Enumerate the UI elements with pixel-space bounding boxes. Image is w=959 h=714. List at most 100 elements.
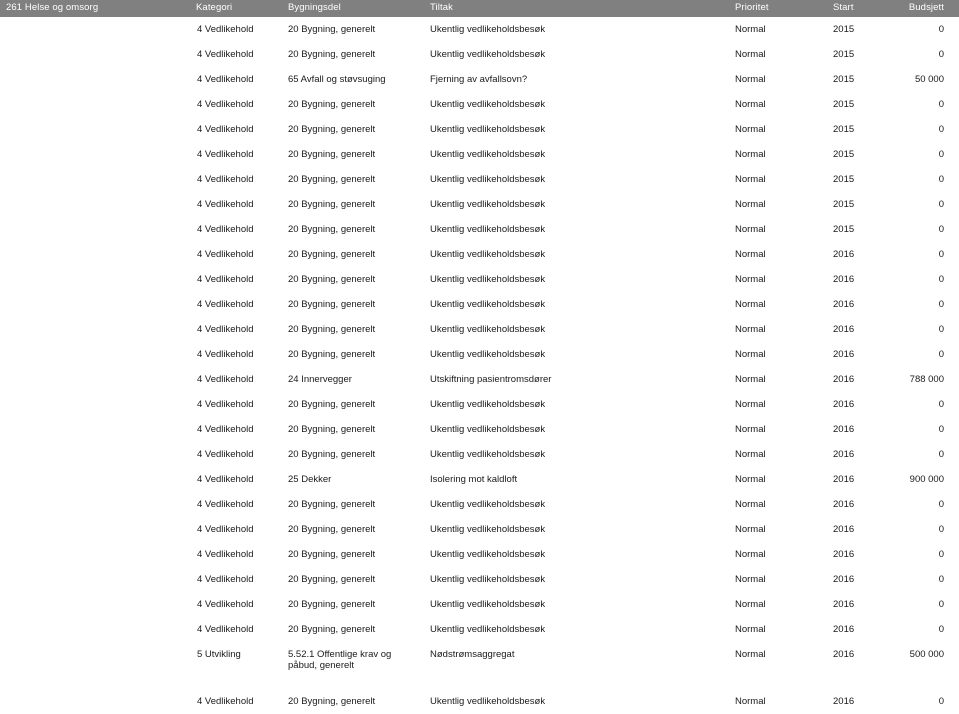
cell-bygningsdel: 20 Bygning, generelt: [288, 242, 430, 267]
row-group-spacer: [0, 42, 196, 67]
column-header-start[interactable]: Start: [833, 0, 903, 17]
table-row[interactable]: 4 Vedlikehold 20 Bygning, generelt Ukentli…: [0, 417, 959, 442]
table-row[interactable]: 4 Vedlikehold 20 Bygning, generelt Ukentli…: [0, 689, 959, 714]
table-row[interactable]: 5 Utvikling 5.52.1 Offentlige krav og påb…: [0, 642, 959, 679]
cell-start-text: 2015: [833, 199, 855, 210]
table-row[interactable]: 4 Vedlikehold 20 Bygning, generelt Ukentli…: [0, 117, 959, 142]
cell-budsjett: 0: [903, 267, 959, 292]
cell-prioritet-text: Normal: [735, 399, 766, 410]
cell-tiltak-text: Ukentlig vedlikeholdsbesøk: [430, 199, 546, 210]
cell-kategori: 4 Vedlikehold: [196, 442, 288, 467]
column-header-kategori[interactable]: Kategori: [196, 0, 288, 17]
cell-budsjett-text: 0: [938, 549, 944, 560]
cell-kategori-text: 4 Vedlikehold: [197, 349, 254, 360]
cell-start: 2015: [833, 67, 903, 92]
table-row[interactable]: 4 Vedlikehold 20 Bygning, generelt Ukentli…: [0, 442, 959, 467]
row-group-spacer: [0, 117, 196, 142]
table-row[interactable]: 4 Vedlikehold 20 Bygning, generelt Ukentli…: [0, 167, 959, 192]
cell-prioritet-text: Normal: [735, 449, 766, 460]
cell-kategori: 4 Vedlikehold: [196, 42, 288, 67]
cell-budsjett-text: 0: [938, 224, 944, 235]
cell-tiltak: Ukentlig vedlikeholdsbesøk: [430, 142, 735, 167]
table-row[interactable]: 4 Vedlikehold 20 Bygning, generelt Ukentli…: [0, 542, 959, 567]
table-row[interactable]: 4 Vedlikehold 24 Innervegger Utskiftning p…: [0, 367, 959, 392]
cell-prioritet-text: Normal: [735, 624, 766, 635]
cell-tiltak-text: Ukentlig vedlikeholdsbesøk: [430, 24, 546, 35]
table-row[interactable]: 4 Vedlikehold 20 Bygning, generelt Ukentli…: [0, 342, 959, 367]
table-row[interactable]: 4 Vedlikehold 20 Bygning, generelt Ukentli…: [0, 317, 959, 342]
cell-budsjett: 0: [903, 417, 959, 442]
row-gap-cell: [288, 679, 430, 689]
row-group-spacer: [0, 617, 196, 642]
cell-kategori-text: 4 Vedlikehold: [197, 399, 254, 410]
cell-bygningsdel-text: 20 Bygning, generelt: [288, 449, 376, 460]
cell-kategori-text: 4 Vedlikehold: [197, 124, 254, 135]
table-row[interactable]: 4 Vedlikehold 20 Bygning, generelt Ukentli…: [0, 517, 959, 542]
table-row[interactable]: 4 Vedlikehold 20 Bygning, generelt Ukentli…: [0, 567, 959, 592]
cell-prioritet: Normal: [735, 592, 833, 617]
column-header-prioritet[interactable]: Prioritet: [735, 0, 833, 17]
cell-tiltak-text: Nødstrømsaggregat: [430, 649, 515, 660]
cell-kategori-text: 4 Vedlikehold: [197, 696, 254, 707]
cell-start: 2016: [833, 642, 903, 679]
cell-budsjett: 0: [903, 342, 959, 367]
row-gap-cell: [196, 679, 288, 689]
row-group-spacer: [0, 642, 196, 679]
cell-start-text: 2016: [833, 374, 855, 385]
cell-budsjett-text: 0: [938, 599, 944, 610]
cell-tiltak-text: Ukentlig vedlikeholdsbesøk: [430, 424, 546, 435]
row-group-spacer: [0, 67, 196, 92]
table-row[interactable]: 4 Vedlikehold 20 Bygning, generelt Ukentli…: [0, 492, 959, 517]
column-header-bygningsdel[interactable]: Bygningsdel: [288, 0, 430, 17]
row-gap-cell: [735, 679, 833, 689]
cell-prioritet-text: Normal: [735, 599, 766, 610]
cell-tiltak-text: Ukentlig vedlikeholdsbesøk: [430, 124, 546, 135]
cell-kategori-text: 4 Vedlikehold: [197, 424, 254, 435]
cell-tiltak-text: Ukentlig vedlikeholdsbesøk: [430, 449, 546, 460]
cell-budsjett-text: 0: [938, 696, 944, 707]
cell-bygningsdel: 20 Bygning, generelt: [288, 117, 430, 142]
table-row[interactable]: 4 Vedlikehold 25 Dekker Isolering mot kald…: [0, 467, 959, 492]
cell-bygningsdel: 20 Bygning, generelt: [288, 617, 430, 642]
cell-kategori: 4 Vedlikehold: [196, 242, 288, 267]
table-row[interactable]: 4 Vedlikehold 20 Bygning, generelt Ukentli…: [0, 617, 959, 642]
cell-bygningsdel: 20 Bygning, generelt: [288, 17, 430, 42]
cell-prioritet: Normal: [735, 617, 833, 642]
cell-tiltak-text: Ukentlig vedlikeholdsbesøk: [430, 174, 546, 185]
cell-kategori-text: 4 Vedlikehold: [197, 149, 254, 160]
cell-prioritet-text: Normal: [735, 99, 766, 110]
cell-prioritet: Normal: [735, 42, 833, 67]
cell-start-text: 2016: [833, 449, 855, 460]
table-row[interactable]: 4 Vedlikehold 20 Bygning, generelt Ukentli…: [0, 142, 959, 167]
cell-start-text: 2016: [833, 624, 855, 635]
cell-bygningsdel-text: 20 Bygning, generelt: [288, 324, 376, 335]
table-row[interactable]: 4 Vedlikehold 20 Bygning, generelt Ukentli…: [0, 92, 959, 117]
table-row[interactable]: 4 Vedlikehold 20 Bygning, generelt Ukentli…: [0, 392, 959, 417]
table-row[interactable]: 4 Vedlikehold 20 Bygning, generelt Ukentli…: [0, 42, 959, 67]
table-row[interactable]: 4 Vedlikehold 20 Bygning, generelt Ukentli…: [0, 292, 959, 317]
cell-kategori: 4 Vedlikehold: [196, 417, 288, 442]
cell-kategori: 4 Vedlikehold: [196, 592, 288, 617]
table-row[interactable]: 4 Vedlikehold 20 Bygning, generelt Ukentli…: [0, 192, 959, 217]
table-row[interactable]: 4 Vedlikehold 20 Bygning, generelt Ukentli…: [0, 592, 959, 617]
cell-start: 2016: [833, 317, 903, 342]
cell-budsjett: 0: [903, 592, 959, 617]
cell-kategori-text: 4 Vedlikehold: [197, 599, 254, 610]
cell-start: 2015: [833, 17, 903, 42]
table-row[interactable]: 4 Vedlikehold 20 Bygning, generelt Ukentli…: [0, 17, 959, 42]
table-row[interactable]: 4 Vedlikehold 20 Bygning, generelt Ukentli…: [0, 217, 959, 242]
column-header-budsjett[interactable]: Budsjett: [903, 0, 959, 17]
cell-tiltak: Ukentlig vedlikeholdsbesøk: [430, 517, 735, 542]
column-header-tiltak[interactable]: Tiltak: [430, 0, 735, 17]
cell-start-text: 2015: [833, 99, 855, 110]
maintenance-plan-table: 261 Helse og omsorg Kategori Bygningsdel…: [0, 0, 959, 714]
cell-start: 2015: [833, 117, 903, 142]
cell-tiltak-text: Ukentlig vedlikeholdsbesøk: [430, 249, 546, 260]
cell-bygningsdel-text: 20 Bygning, generelt: [288, 399, 376, 410]
cell-tiltak: Ukentlig vedlikeholdsbesøk: [430, 542, 735, 567]
cell-budsjett: 0: [903, 167, 959, 192]
table-row[interactable]: 4 Vedlikehold 20 Bygning, generelt Ukentli…: [0, 242, 959, 267]
table-row[interactable]: 4 Vedlikehold 65 Avfall og støvsuging Fjer…: [0, 67, 959, 92]
cell-prioritet: Normal: [735, 567, 833, 592]
table-row[interactable]: 4 Vedlikehold 20 Bygning, generelt Ukentli…: [0, 267, 959, 292]
